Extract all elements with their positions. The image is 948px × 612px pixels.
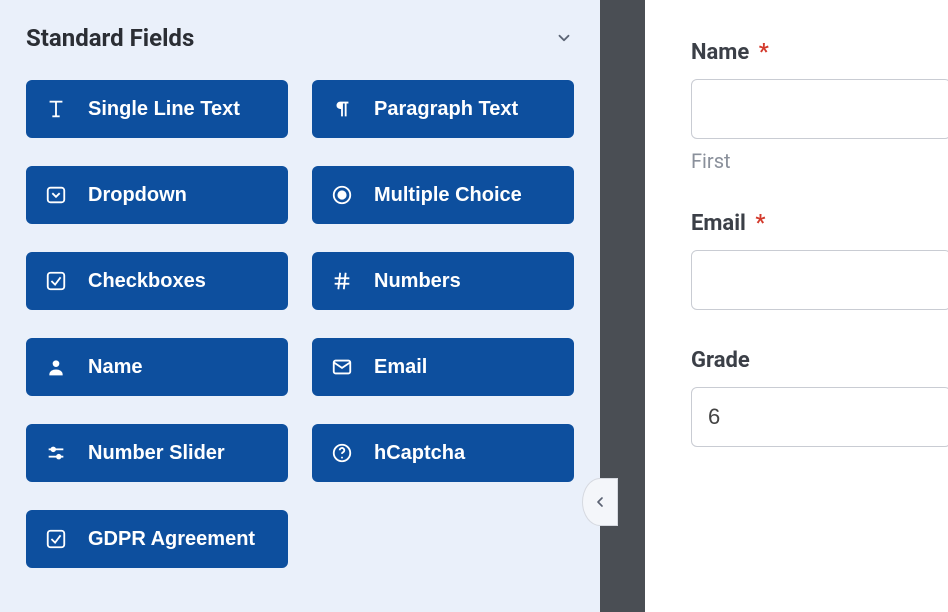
field-label: Email [374,356,427,379]
envelope-icon [330,355,354,379]
fields-grid: Single Line Text Paragraph Text Dropdown… [26,80,574,568]
field-checkboxes[interactable]: Checkboxes [26,252,288,310]
field-label: hCaptcha [374,442,465,465]
field-label: Number Slider [88,442,225,465]
collapse-sidebar-tab[interactable] [582,478,618,526]
preview-field-grade: Grade [691,348,948,447]
name-label: Name * [691,40,948,65]
dropdown-icon [44,183,68,207]
field-multiple-choice[interactable]: Multiple Choice [312,166,574,224]
radio-icon [330,183,354,207]
field-numbers[interactable]: Numbers [312,252,574,310]
field-gdpr-agreement[interactable]: GDPR Agreement [26,510,288,568]
grade-input[interactable] [691,387,948,447]
section-header: Standard Fields [26,24,574,52]
field-number-slider[interactable]: Number Slider [26,424,288,482]
checkbox-icon [44,527,68,551]
field-single-line-text[interactable]: Single Line Text [26,80,288,138]
field-label: Checkboxes [88,270,206,293]
field-label: Name [88,356,142,379]
question-circle-icon [330,441,354,465]
panel-divider [600,0,645,612]
checkbox-icon [44,269,68,293]
field-dropdown[interactable]: Dropdown [26,166,288,224]
preview-field-email: Email * [691,211,948,310]
grade-label: Grade [691,348,948,373]
email-input[interactable] [691,250,948,310]
fields-sidebar: Standard Fields Single Line Text Paragra… [0,0,600,612]
hash-icon [330,269,354,293]
required-mark: * [755,211,765,236]
collapse-section-toggle[interactable] [554,28,574,48]
field-paragraph-text[interactable]: Paragraph Text [312,80,574,138]
chevron-down-icon [555,29,573,47]
label-text: Name [691,40,749,65]
field-label: Paragraph Text [374,98,518,121]
form-preview: Name * First Email * Grade [645,0,948,612]
email-label: Email * [691,211,948,236]
field-label: GDPR Agreement [88,528,255,551]
preview-field-name: Name * First [691,40,948,173]
field-label: Dropdown [88,184,187,207]
name-first-sublabel: First [691,149,948,173]
label-text: Email [691,211,746,236]
field-label: Numbers [374,270,461,293]
required-mark: * [759,40,769,65]
name-first-input[interactable] [691,79,948,139]
sliders-icon [44,441,68,465]
field-name[interactable]: Name [26,338,288,396]
field-email[interactable]: Email [312,338,574,396]
section-title: Standard Fields [26,24,194,52]
field-label: Multiple Choice [374,184,522,207]
text-cursor-icon [44,97,68,121]
field-hcaptcha[interactable]: hCaptcha [312,424,574,482]
field-label: Single Line Text [88,98,240,121]
paragraph-icon [330,97,354,121]
chevron-left-icon [592,494,608,510]
user-icon [44,355,68,379]
